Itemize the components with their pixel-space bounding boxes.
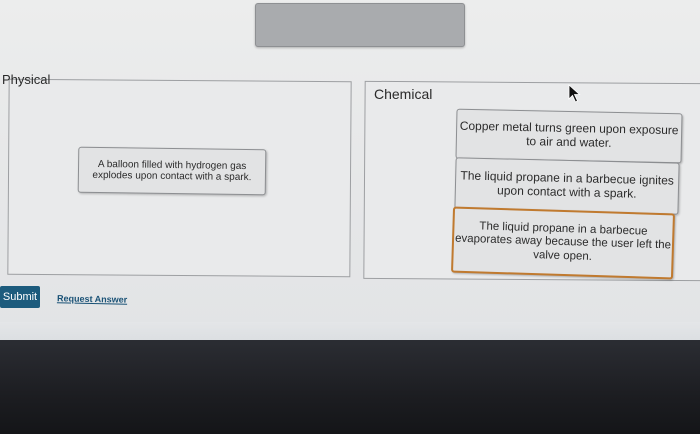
request-answer-link[interactable]: Request Answer — [57, 293, 127, 304]
draggable-card-propane-ignite[interactable]: The liquid propane in a barbecue ignites… — [454, 157, 680, 215]
draggable-card-balloon[interactable]: A balloon filled with hydrogen gas explo… — [77, 146, 267, 196]
card-text: The liquid propane in a barbecue ignites… — [460, 168, 675, 201]
mouse-pointer-icon — [568, 84, 581, 103]
card-text: Copper metal turns green upon exposure t… — [459, 118, 679, 150]
submit-button[interactable]: Submit — [0, 286, 40, 308]
physical-zone-label: Physical — [2, 72, 51, 87]
empty-drop-target[interactable] — [255, 3, 465, 47]
draggable-card-copper[interactable]: Copper metal turns green upon exposure t… — [455, 108, 683, 164]
card-text: A balloon filled with hydrogen gas explo… — [92, 158, 252, 184]
monitor-bezel — [0, 340, 700, 434]
card-text: The liquid propane in a barbecue evapora… — [454, 220, 672, 263]
chemical-zone-label: Chemical — [374, 86, 433, 102]
screen-bottom-band — [0, 322, 700, 340]
draggable-card-propane-evaporate[interactable]: The liquid propane in a barbecue evapora… — [451, 206, 675, 280]
